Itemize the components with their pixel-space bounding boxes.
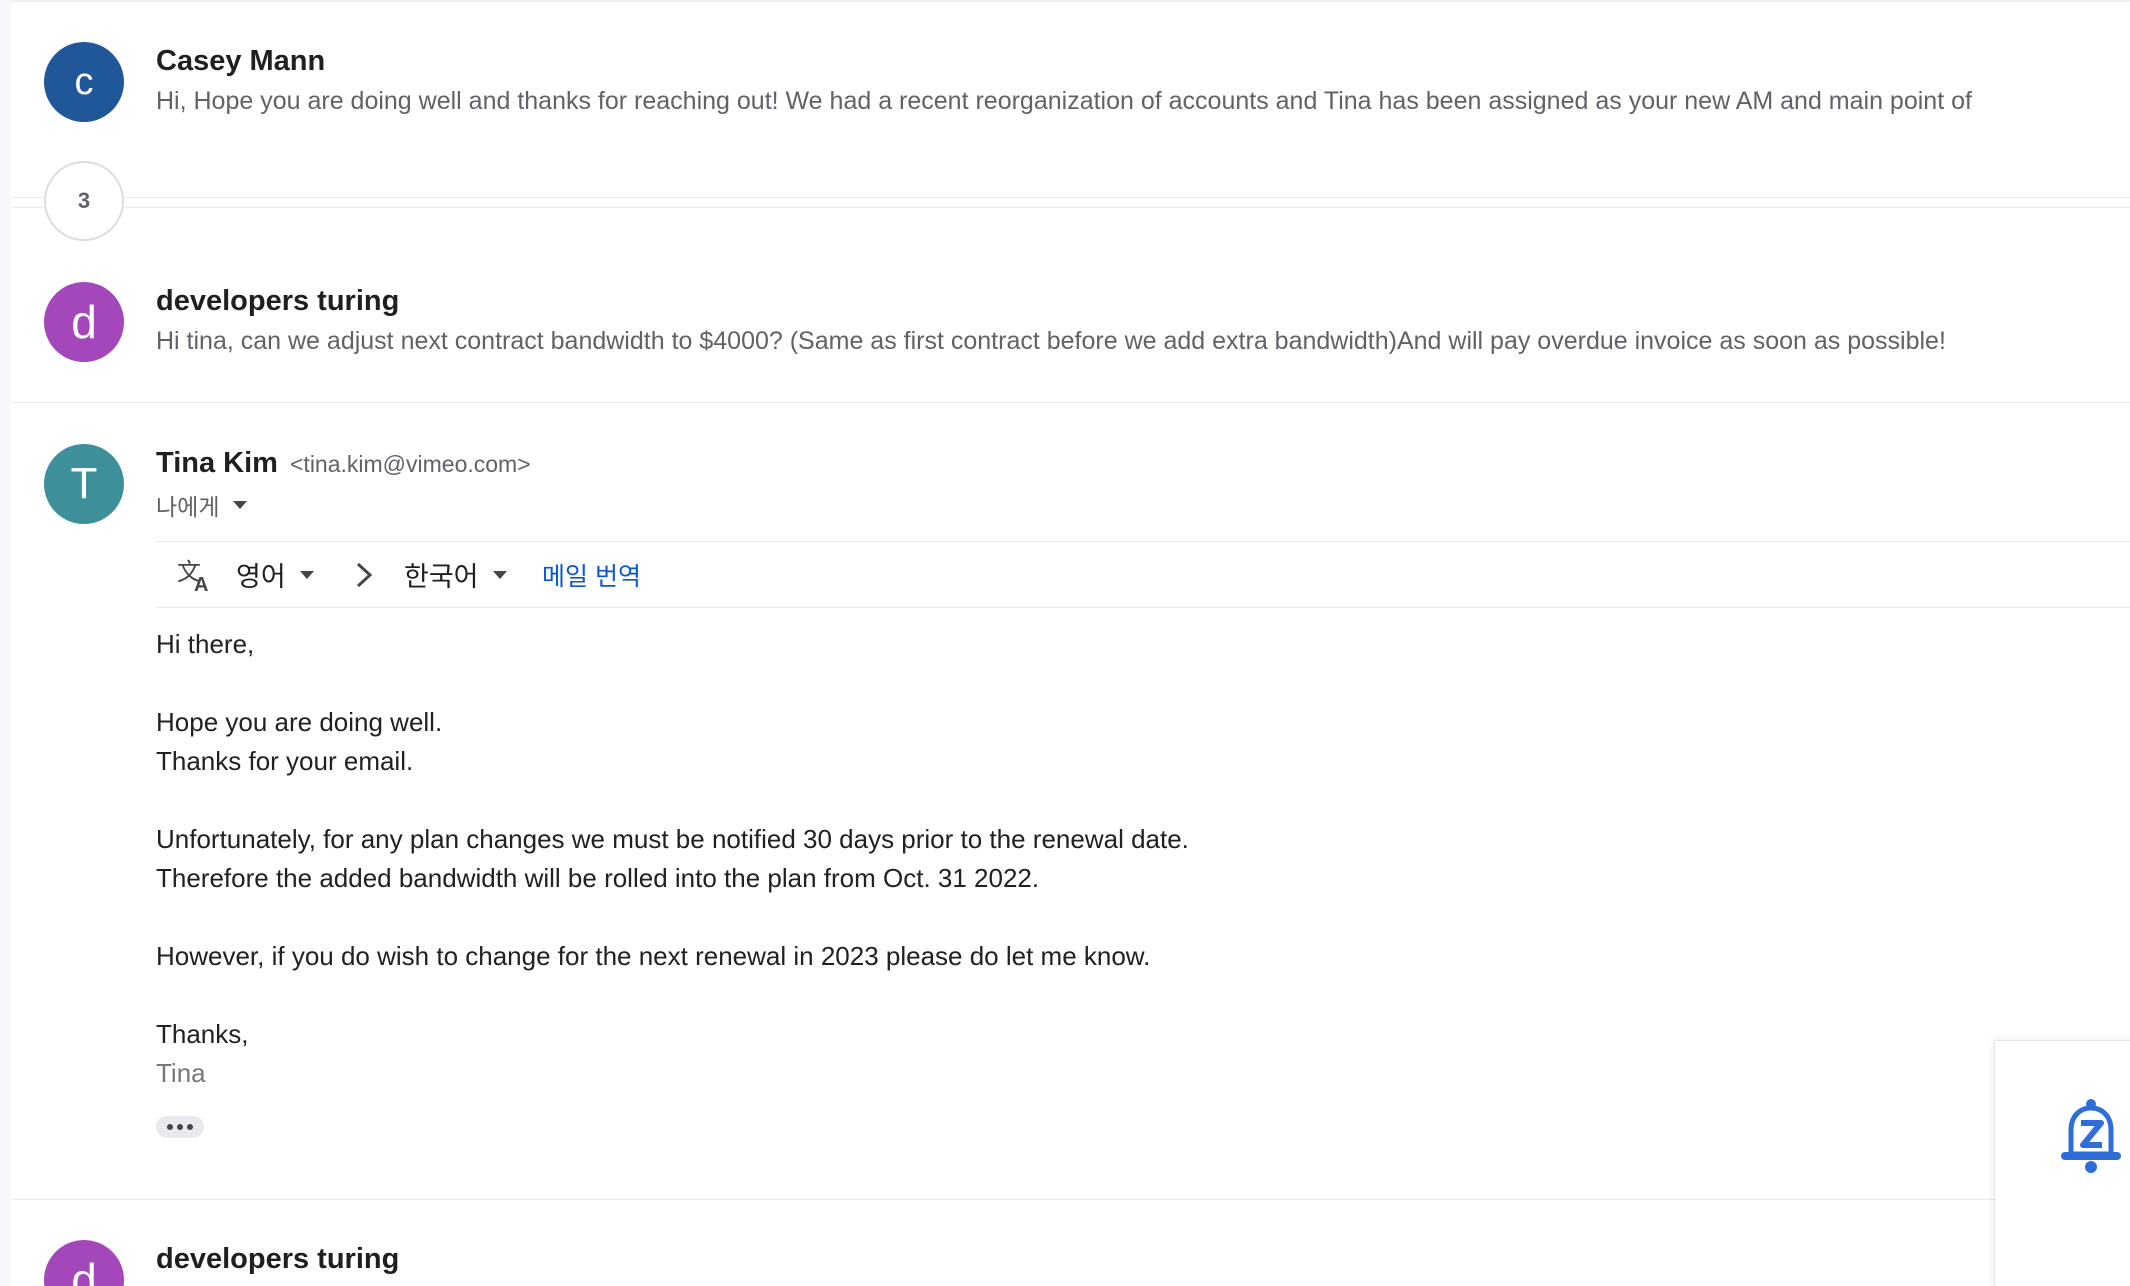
collapsed-divider-top	[11, 197, 2130, 198]
sender-name: Casey Mann	[156, 45, 326, 77]
target-language-label: 한국어	[404, 562, 479, 592]
translate-message-link[interactable]: 메일 번역	[542, 542, 641, 607]
body-line: Thanks for your email.	[156, 746, 414, 776]
signature: Tina	[156, 1058, 206, 1088]
body-line: Therefore the added bandwidth will be ro…	[156, 863, 1040, 893]
svg-text:A: A	[194, 574, 208, 595]
body-line: Unfortunately, for any plan changes we m…	[156, 824, 1189, 854]
source-language-select[interactable]: 영어	[236, 542, 314, 607]
collapsed-divider-bottom	[11, 207, 2130, 208]
chevron-right-icon	[352, 542, 376, 607]
message-divider	[11, 402, 2130, 403]
closing: Thanks,	[156, 1019, 249, 1049]
translate-bar: 文 A 영어 한국어 메일 번역	[156, 541, 2130, 608]
left-gutter	[0, 0, 11, 1286]
message-snippet: Hi, Hope you are doing well and thanks f…	[156, 87, 1972, 115]
chevron-down-icon	[233, 501, 248, 509]
body-line: Hope you are doing well.	[156, 707, 443, 737]
show-trimmed-content-button[interactable]	[156, 1116, 204, 1138]
avatar: c	[44, 42, 124, 122]
chevron-down-icon	[492, 570, 507, 579]
sender-header: Tina Kim <tina.kim@vimeo.com>	[156, 447, 531, 480]
email-thread-view: c Casey Mann Hi, Hope you are doing well…	[0, 0, 2130, 1286]
sender-email: <tina.kim@vimeo.com>	[290, 451, 531, 477]
chevron-down-icon	[299, 570, 314, 579]
message-body: Hi there, Hope you are doing well. Thank…	[156, 625, 1189, 1093]
top-divider	[11, 0, 2130, 2]
message-divider	[11, 1199, 2130, 1200]
sender-name: developers turing	[156, 1243, 400, 1275]
avatar: d	[44, 282, 124, 362]
body-line: However, if you do wish to change for th…	[156, 941, 1151, 971]
source-language-label: 영어	[236, 562, 286, 592]
message-snippet: Hi tina, can we adjust next contract ban…	[156, 327, 1946, 355]
sender-name: developers turing	[156, 285, 400, 317]
avatar: d	[44, 1240, 124, 1286]
collapsed-count-badge[interactable]: 3	[44, 161, 124, 241]
target-language-select[interactable]: 한국어	[404, 542, 507, 607]
sender-name[interactable]: Tina Kim	[156, 447, 278, 479]
avatar: T	[44, 444, 124, 524]
recipient-details-toggle[interactable]: 나에게	[156, 488, 248, 522]
recipient-label: 나에게	[156, 494, 220, 520]
zendesk-bell-icon[interactable]	[2056, 1096, 2126, 1181]
translate-icon: 文 A	[176, 542, 216, 607]
greeting: Hi there,	[156, 629, 255, 659]
